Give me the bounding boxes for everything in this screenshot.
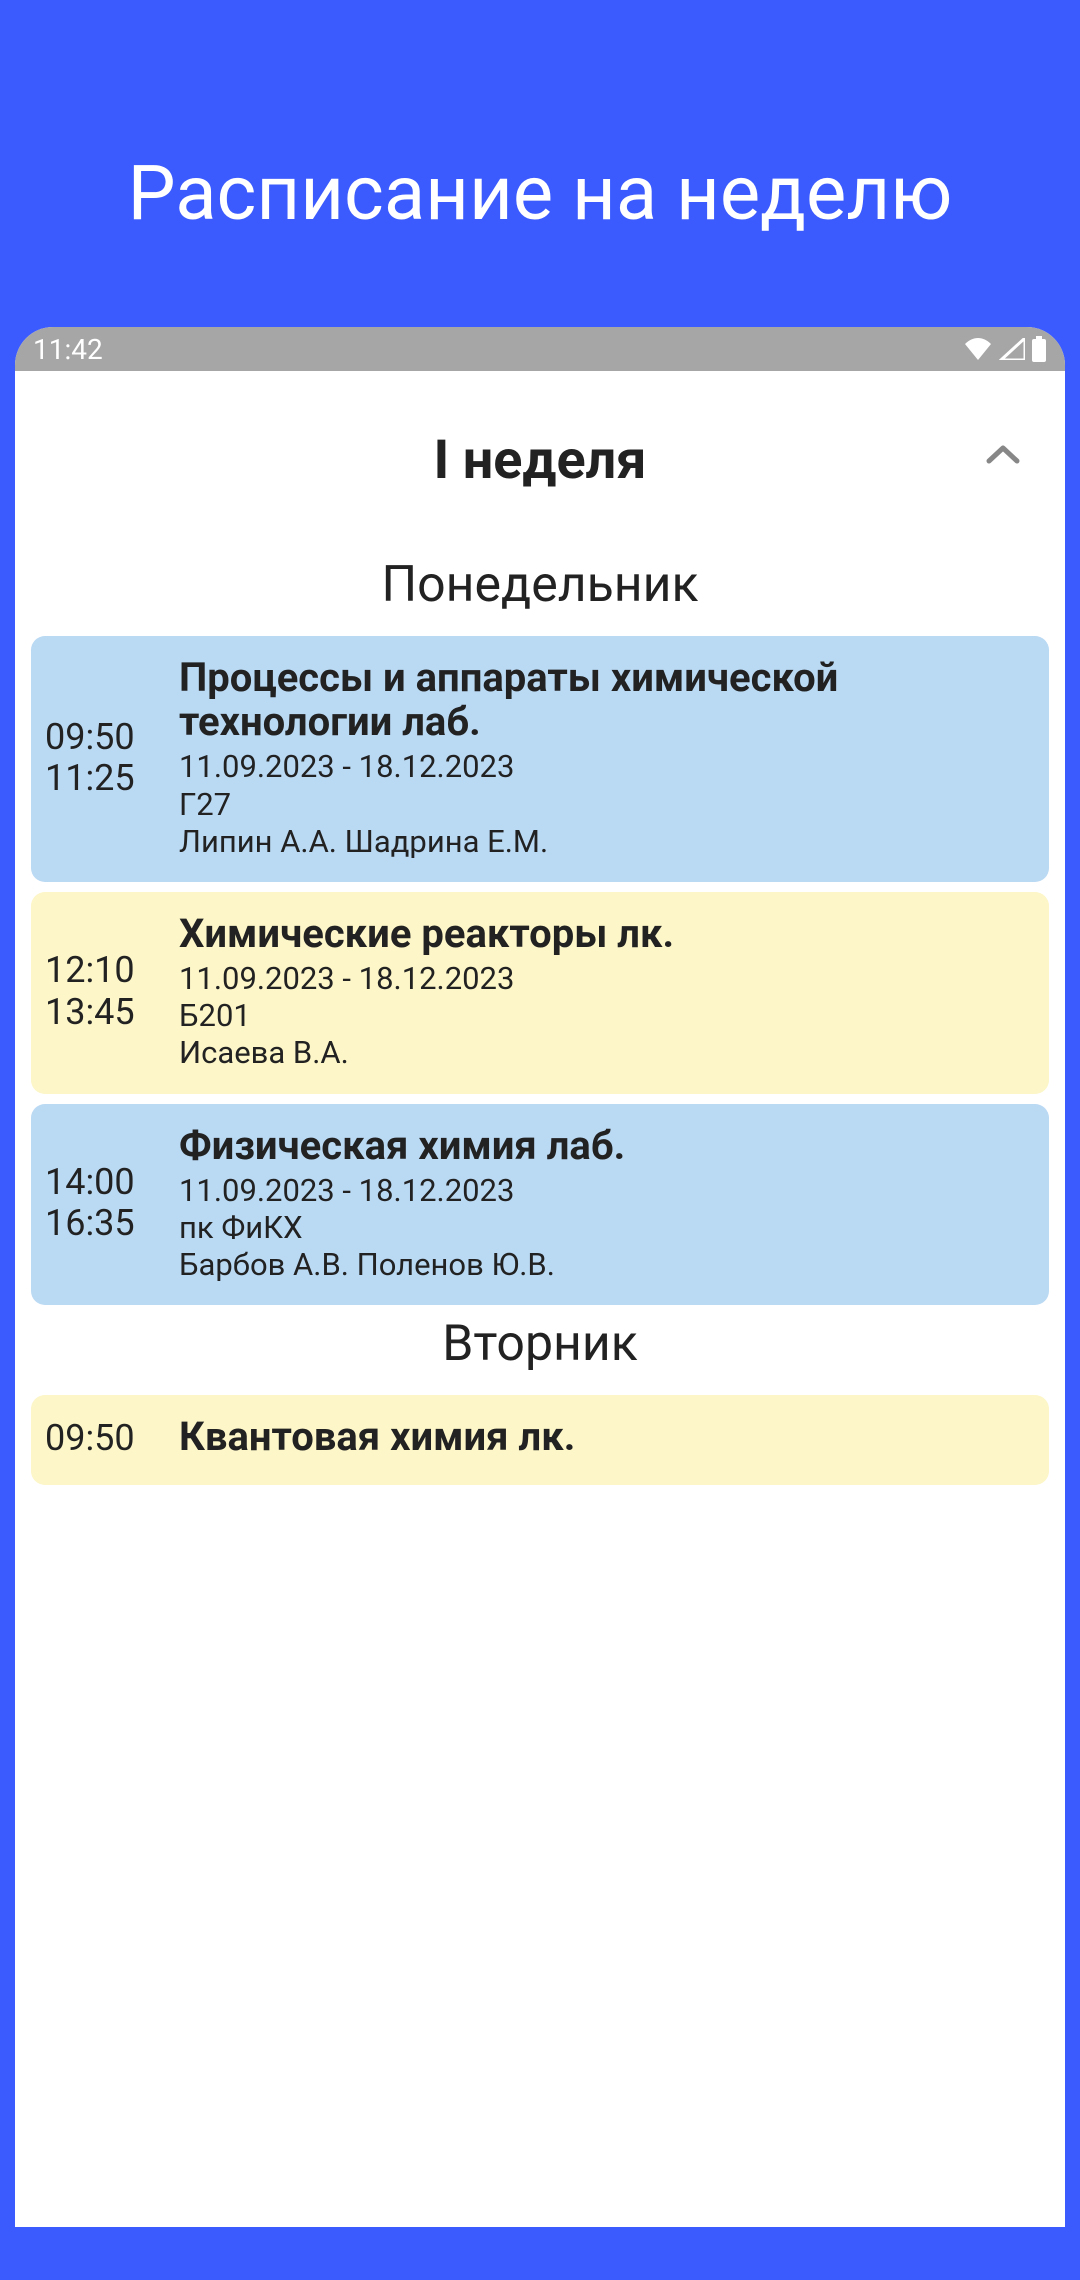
time-start: 09:50 [45, 717, 179, 758]
signal-icon [999, 338, 1025, 360]
lesson-info: Процессы и аппараты химической технологи… [179, 656, 1039, 860]
lesson-teachers: Исаева В.А. [179, 1034, 1039, 1071]
lesson-time: 09:50 11:25 [45, 717, 179, 800]
lesson-period: 11.09.2023 - 18.12.2023 [179, 1172, 1039, 1209]
phone-frame: 11:42 I неделя Понедельник 09:50 11:25 [15, 327, 1065, 2227]
lesson-card[interactable]: 09:50 11:25 Процессы и аппараты химическ… [31, 636, 1049, 882]
lesson-room: Г27 [179, 786, 1039, 823]
lesson-room: пк ФиКХ [179, 1209, 1039, 1246]
lesson-teachers: Барбов А.В. Поленов Ю.В. [179, 1246, 1039, 1283]
wifi-icon [963, 338, 993, 360]
status-bar: 11:42 [15, 327, 1065, 371]
week-title: I неделя [433, 429, 646, 492]
lesson-title: Химические реакторы лк. [179, 912, 1039, 956]
lesson-period: 11.09.2023 - 18.12.2023 [179, 960, 1039, 997]
lesson-info: Физическая химия лаб. 11.09.2023 - 18.12… [179, 1124, 1039, 1284]
lesson-card[interactable]: 09:50 Квантовая химия лк. [31, 1395, 1049, 1485]
day-header: Вторник [31, 1315, 1049, 1387]
lesson-room: Б201 [179, 997, 1039, 1034]
day-header: Понедельник [31, 556, 1049, 628]
time-start: 09:50 [45, 1418, 179, 1459]
lesson-period: 11.09.2023 - 18.12.2023 [179, 748, 1039, 785]
battery-icon [1031, 336, 1047, 362]
page-title: Расписание на неделю [0, 0, 1080, 327]
lesson-title: Физическая химия лаб. [179, 1124, 1039, 1168]
chevron-up-icon[interactable] [985, 443, 1021, 469]
lesson-time: 09:50 [45, 1418, 179, 1459]
lesson-card[interactable]: 12:10 13:45 Химические реакторы лк. 11.0… [31, 892, 1049, 1094]
lesson-info: Квантовая химия лк. [179, 1415, 1039, 1463]
lesson-card[interactable]: 14:00 16:35 Физическая химия лаб. 11.09.… [31, 1104, 1049, 1306]
status-time: 11:42 [33, 333, 103, 366]
lesson-time: 12:10 13:45 [45, 950, 179, 1033]
time-end: 11:25 [45, 758, 179, 799]
week-header[interactable]: I неделя [31, 387, 1049, 556]
week-card: I неделя Понедельник 09:50 11:25 Процесс… [31, 387, 1049, 1485]
lesson-title: Квантовая химия лк. [179, 1415, 1039, 1459]
schedule-content[interactable]: I неделя Понедельник 09:50 11:25 Процесс… [15, 371, 1065, 1511]
lesson-info: Химические реакторы лк. 11.09.2023 - 18.… [179, 912, 1039, 1072]
time-start: 14:00 [45, 1162, 179, 1203]
lesson-title: Процессы и аппараты химической технологи… [179, 656, 1039, 744]
lesson-time: 14:00 16:35 [45, 1162, 179, 1245]
time-end: 13:45 [45, 992, 179, 1033]
time-end: 16:35 [45, 1203, 179, 1244]
status-icons [963, 336, 1047, 362]
time-start: 12:10 [45, 950, 179, 991]
lesson-teachers: Липин А.А. Шадрина Е.М. [179, 823, 1039, 860]
